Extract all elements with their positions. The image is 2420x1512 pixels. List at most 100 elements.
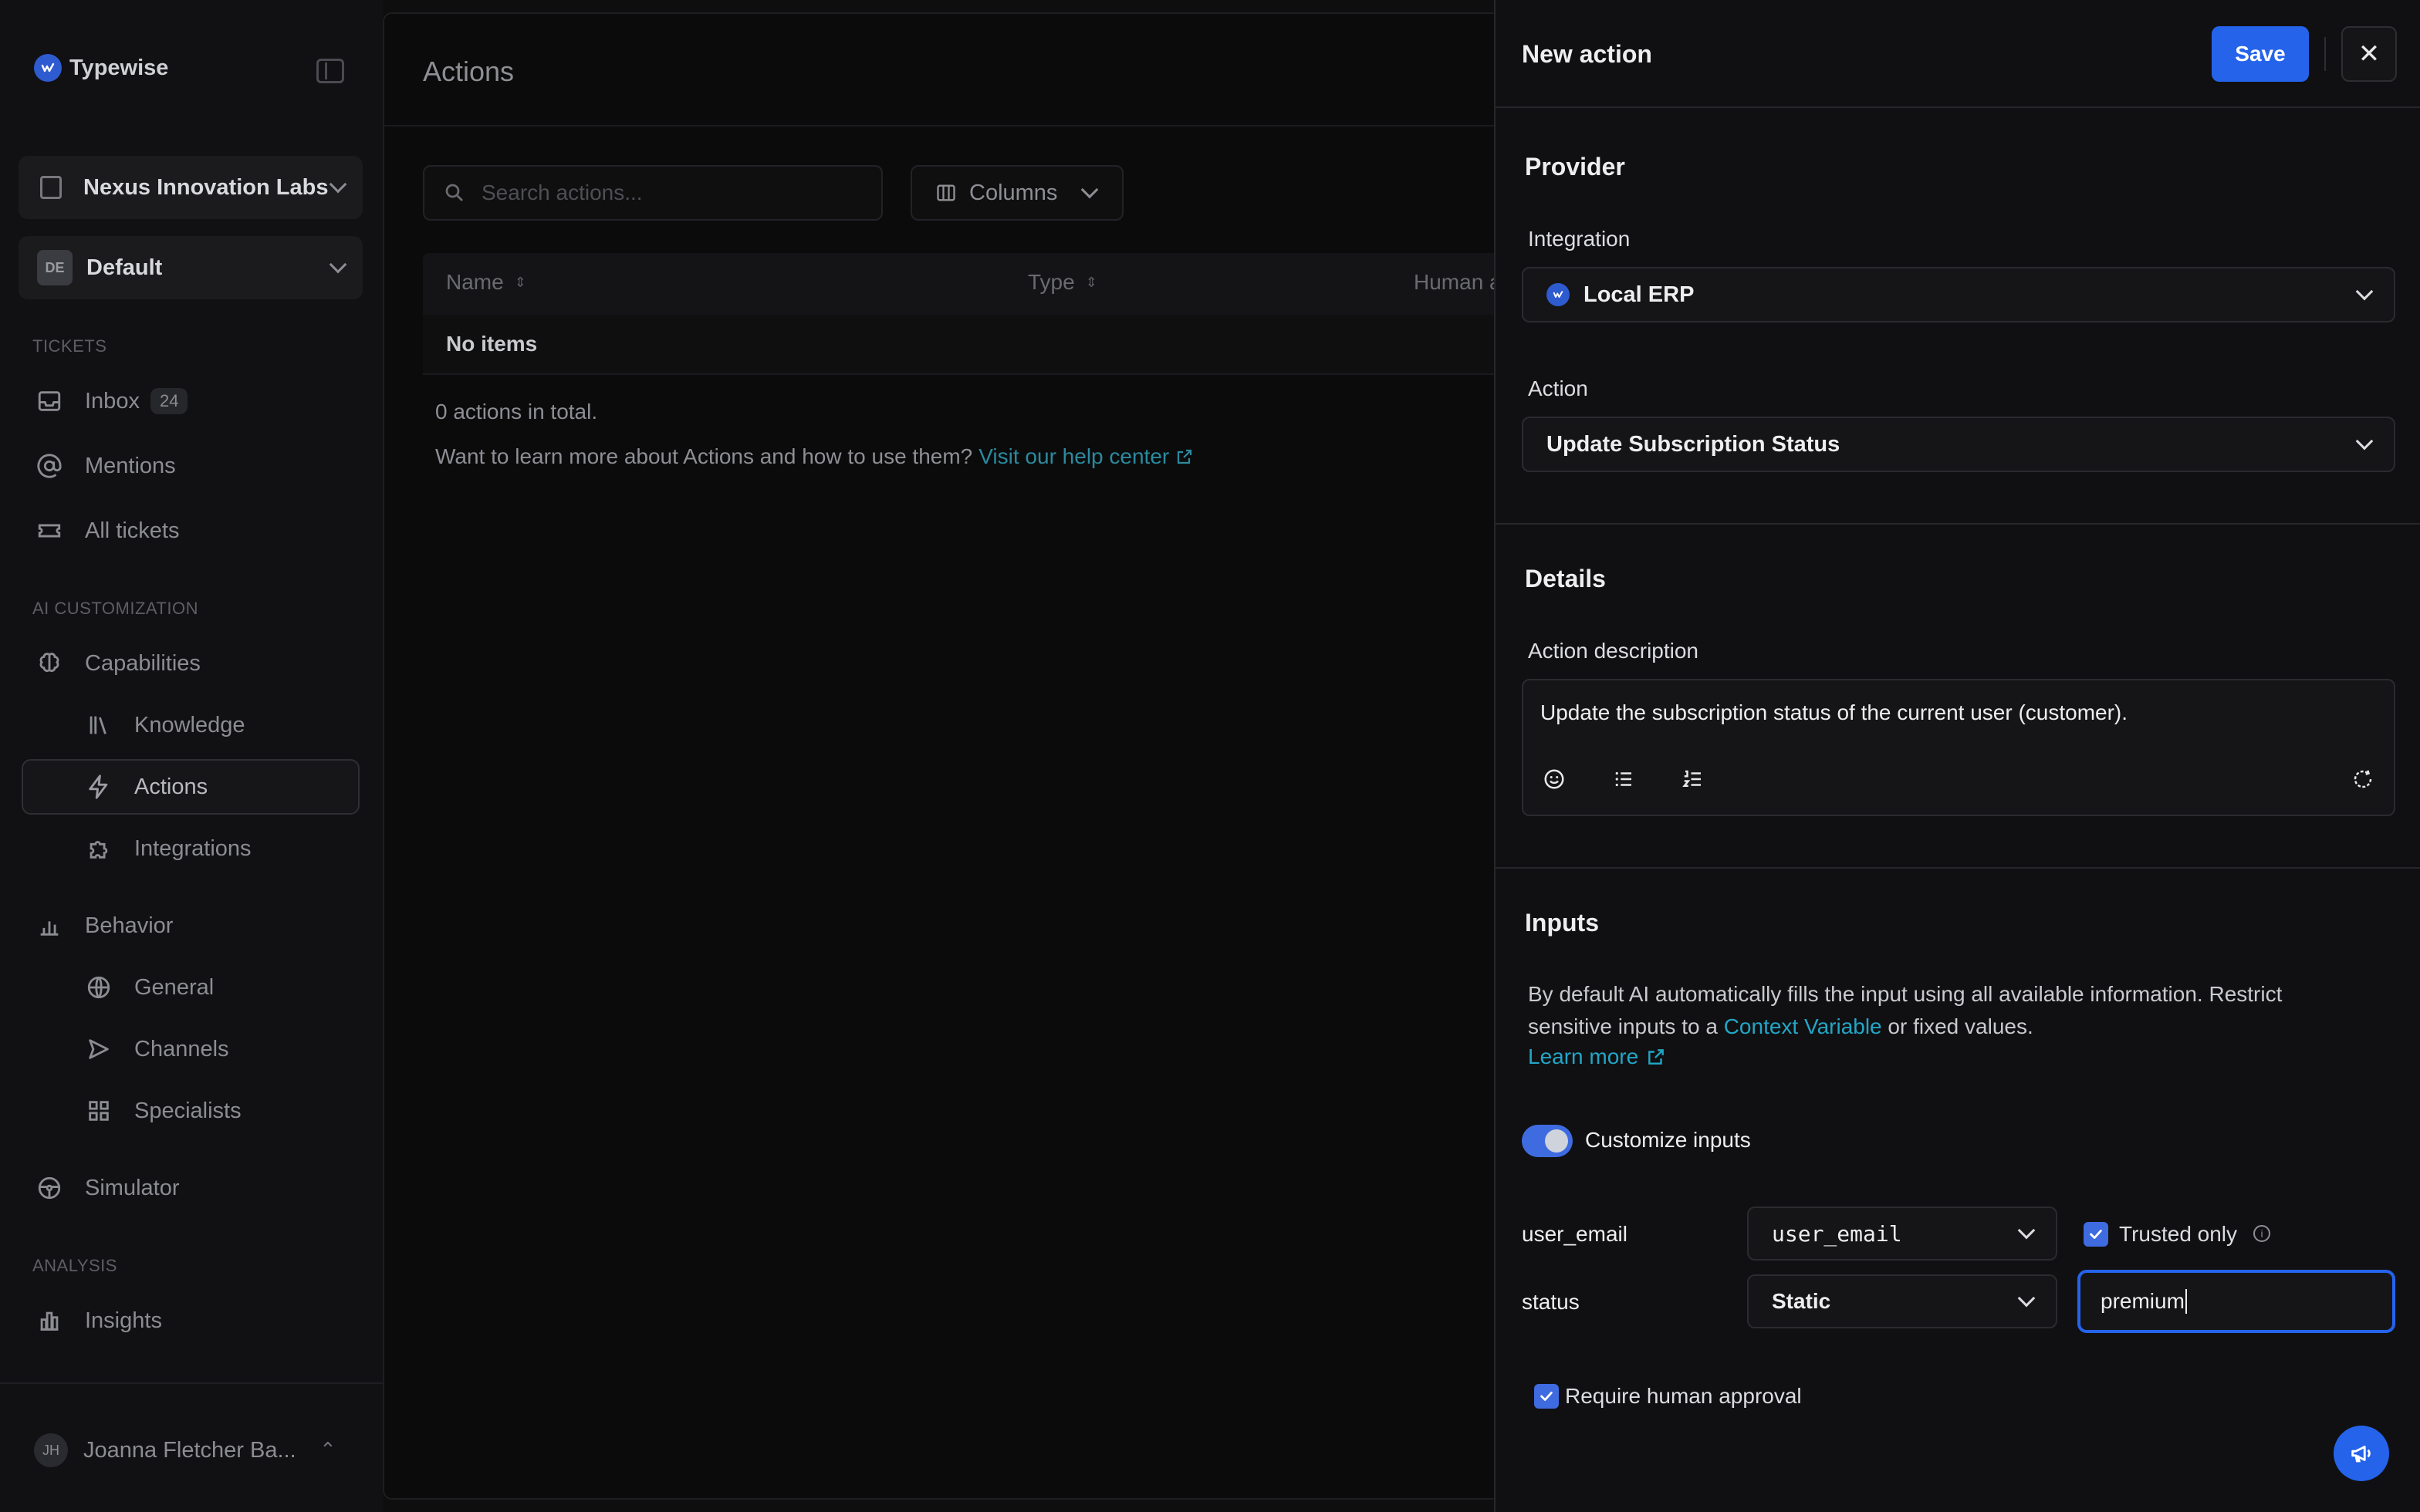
close-button[interactable]: ✕ <box>2341 26 2397 82</box>
panel-title: New action <box>1522 40 1652 68</box>
steering-wheel-icon <box>34 1173 65 1203</box>
chevron-down-icon <box>2355 432 2374 451</box>
local-erp-logo-icon <box>1546 283 1570 306</box>
context-variable-link[interactable]: Context Variable <box>1724 1014 1882 1038</box>
search-placeholder: Search actions... <box>482 181 643 204</box>
sidebar-item-capabilities[interactable]: Capabilities <box>34 646 201 680</box>
workspace-name: Default <box>86 255 163 280</box>
learn-more-link[interactable]: Learn more <box>1528 1045 1666 1069</box>
help-center-link[interactable]: Visit our help center <box>978 444 1169 469</box>
user-menu[interactable]: JH Joanna Fletcher Ba... <box>34 1433 296 1467</box>
total-count: 0 actions in total. <box>435 400 598 424</box>
action-description-label: Action description <box>1528 639 1699 663</box>
sidebar: Typewise Nexus Innovation Labs DE Defaul… <box>0 0 383 1512</box>
sidebar-item-mentions[interactable]: Mentions <box>34 449 176 483</box>
avatar: JH <box>34 1433 68 1467</box>
ai-rewrite-icon[interactable] <box>2349 765 2377 793</box>
megaphone-icon <box>2348 1440 2374 1466</box>
sidebar-item-knowledge[interactable]: Knowledge <box>83 708 245 742</box>
sidebar-item-actions[interactable]: Actions <box>83 770 208 804</box>
sidebar-item-label: Capabilities <box>85 650 201 676</box>
sidebar-item-channels[interactable]: Channels <box>83 1032 229 1066</box>
save-button[interactable]: Save <box>2212 26 2309 82</box>
sidebar-item-insights[interactable]: Insights <box>34 1304 162 1338</box>
sidebar-item-integrations[interactable]: Integrations <box>83 832 252 866</box>
sidebar-item-all-tickets[interactable]: All tickets <box>34 514 179 548</box>
behavior-icon <box>34 910 65 941</box>
action-description-editor[interactable]: Update the subscription status of the cu… <box>1522 679 2395 816</box>
sidebar-item-label: Behavior <box>85 913 174 938</box>
require-approval-label: Require human approval <box>1565 1384 1802 1408</box>
sidebar-item-label: Simulator <box>85 1175 180 1200</box>
trusted-only-checkbox[interactable] <box>2084 1222 2108 1247</box>
column-header-human-approval[interactable]: Human a <box>1414 270 1502 295</box>
section-divider <box>1496 523 2420 525</box>
sidebar-item-inbox[interactable]: Inbox 24 <box>34 384 188 418</box>
sidebar-item-general[interactable]: General <box>83 970 214 1004</box>
search-input[interactable]: Search actions... <box>423 165 883 221</box>
workspace-select[interactable]: DE Default <box>19 236 363 299</box>
external-link-icon[interactable] <box>1175 447 1194 466</box>
customize-inputs-toggle[interactable] <box>1522 1125 1573 1157</box>
library-icon <box>83 710 114 741</box>
integration-value: Local ERP <box>1583 282 1695 307</box>
globe-icon <box>83 972 114 1003</box>
sidebar-item-label: All tickets <box>85 518 180 543</box>
sidebar-item-behavior[interactable]: Behavior <box>34 909 173 943</box>
status-source-select[interactable]: Static <box>1747 1274 2057 1328</box>
brain-icon <box>34 648 65 679</box>
sidebar-item-label: Specialists <box>134 1098 242 1123</box>
lightning-icon <box>83 771 114 802</box>
user-email-source-select[interactable]: user_email <box>1747 1207 2057 1261</box>
chevron-down-icon <box>1081 181 1099 199</box>
action-select[interactable]: Update Subscription Status <box>1522 417 2395 472</box>
chevron-down-icon <box>329 175 347 194</box>
require-approval-checkbox[interactable] <box>1534 1384 1559 1409</box>
chevron-up-down-icon[interactable]: ⌃ <box>319 1438 336 1462</box>
provider-section-title: Provider <box>1525 153 1625 181</box>
column-header-type[interactable]: Type ⇕ <box>1028 270 1097 295</box>
info-icon[interactable]: i <box>2253 1225 2270 1242</box>
building-icon <box>40 176 62 199</box>
collapse-sidebar-icon[interactable] <box>316 59 344 83</box>
sort-icon: ⇕ <box>1085 274 1097 290</box>
send-icon <box>83 1034 114 1065</box>
section-divider <box>1496 867 2420 869</box>
brand[interactable]: Typewise <box>34 54 168 82</box>
numbered-list-icon[interactable] <box>1679 765 1707 793</box>
inbox-icon <box>34 386 65 417</box>
sidebar-item-specialists[interactable]: Specialists <box>83 1094 242 1128</box>
typewise-logo-icon <box>34 54 62 82</box>
help-text: Want to learn more about Actions and how… <box>435 444 1194 469</box>
action-value: Update Subscription Status <box>1546 431 1840 457</box>
chevron-down-icon <box>2355 282 2374 301</box>
columns-button[interactable]: Columns <box>911 165 1124 221</box>
sidebar-item-label: Integrations <box>134 835 252 861</box>
ticket-icon <box>34 515 65 546</box>
text-caret <box>2185 1289 2187 1314</box>
inbox-count-badge: 24 <box>150 388 188 414</box>
organization-select[interactable]: Nexus Innovation Labs <box>19 156 363 219</box>
trusted-only-label: Trusted only <box>2119 1222 2238 1246</box>
details-section-title: Details <box>1525 565 1606 592</box>
input-name-status: status <box>1522 1290 1580 1314</box>
announcement-button[interactable] <box>2334 1426 2389 1481</box>
customize-inputs-label: Customize inputs <box>1585 1128 1751 1152</box>
sidebar-item-simulator[interactable]: Simulator <box>34 1171 180 1205</box>
sidebar-divider <box>0 1382 383 1384</box>
puzzle-icon <box>83 833 114 864</box>
sidebar-item-label: Inbox <box>85 388 140 413</box>
sidebar-item-label: Actions <box>134 774 208 799</box>
action-description-text[interactable]: Update the subscription status of the cu… <box>1540 700 2128 725</box>
sidebar-item-label: Mentions <box>85 453 176 478</box>
status-value-input[interactable]: premium <box>2077 1270 2395 1333</box>
chevron-down-icon <box>2017 1221 2036 1240</box>
bar-chart-icon <box>34 1305 65 1336</box>
columns-icon <box>935 182 957 204</box>
column-header-name[interactable]: Name ⇕ <box>446 270 526 295</box>
header-separator <box>2324 37 2326 71</box>
user-email-source-value: user_email <box>1772 1220 1902 1247</box>
bullet-list-icon[interactable] <box>1610 765 1638 793</box>
emoji-icon[interactable] <box>1540 765 1568 793</box>
integration-select[interactable]: Local ERP <box>1522 267 2395 322</box>
